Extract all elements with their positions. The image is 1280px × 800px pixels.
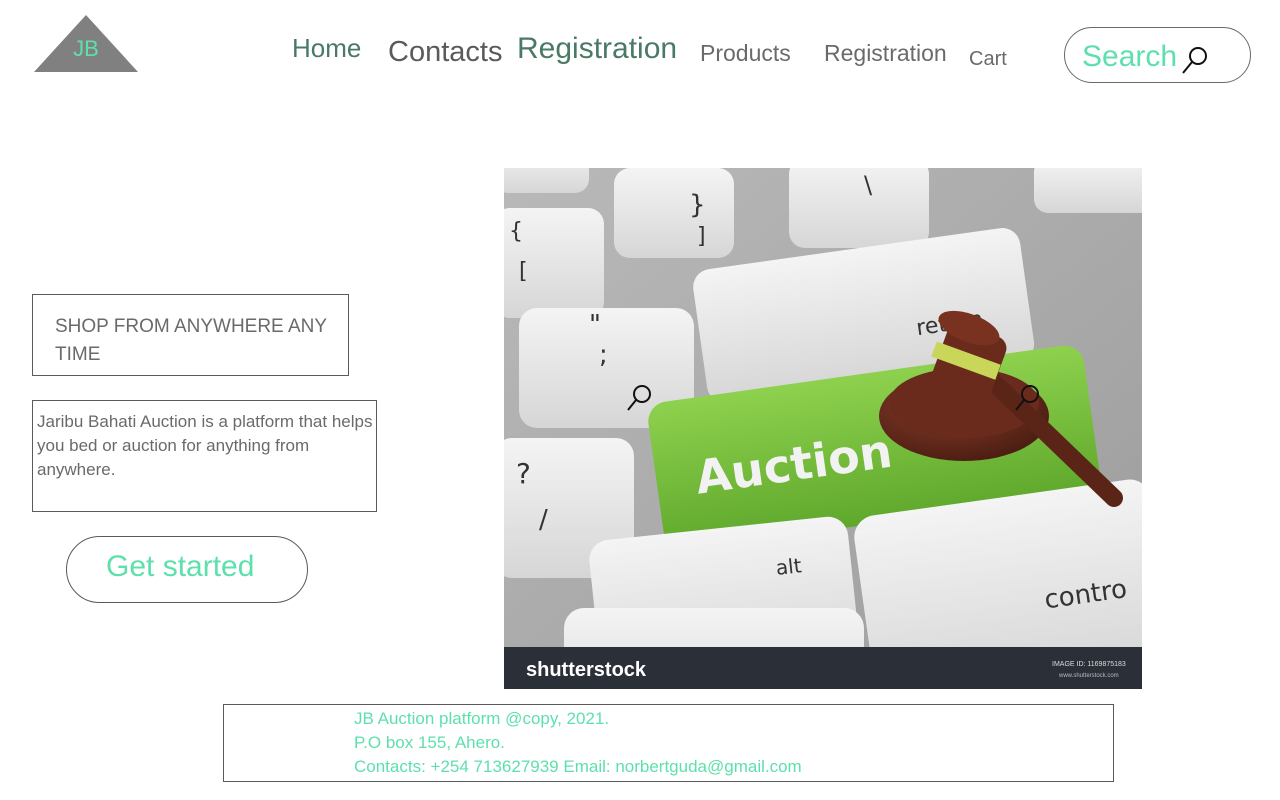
- svg-text:]: ]: [697, 224, 706, 249]
- search-label[interactable]: Search: [1082, 40, 1177, 74]
- footer-copyright: JB Auction platform @copy, 2021.: [354, 709, 610, 728]
- footer-address: P.O box 155, Ahero.: [354, 733, 505, 752]
- hero-tagline: SHOP FROM ANYWHERE ANY TIME: [55, 316, 327, 365]
- hero-description: Jaribu Bahati Auction is a platform that…: [37, 412, 373, 479]
- svg-text:[: [: [519, 259, 528, 284]
- svg-text:/: /: [539, 505, 548, 535]
- nav-cart[interactable]: Cart: [969, 48, 1007, 71]
- svg-text:;: ;: [599, 340, 608, 370]
- search-icon[interactable]: [1180, 45, 1210, 75]
- watermark-url: www.shutterstock.com: [1058, 673, 1119, 679]
- alt-key-label: alt: [775, 553, 803, 580]
- auction-keyboard-image: } ] { [ \ " ; ? / return alt contro Auct…: [504, 168, 1142, 689]
- svg-text:{: {: [509, 219, 523, 244]
- watermark-logo: shutterstock: [526, 659, 647, 681]
- svg-text:\: \: [864, 171, 873, 199]
- watermark-image-id: IMAGE ID: 1169875183: [1052, 661, 1126, 668]
- nav-registration[interactable]: Registration: [517, 32, 677, 66]
- nav-home[interactable]: Home: [292, 33, 361, 64]
- svg-text:}: }: [689, 190, 706, 220]
- svg-text:": ": [589, 310, 601, 340]
- nav-products[interactable]: Products: [700, 40, 791, 67]
- nav-contacts[interactable]: Contacts: [388, 36, 502, 69]
- get-started-label[interactable]: Get started: [106, 550, 254, 584]
- footer-contacts: Contacts: +254 713627939 Email: norbertg…: [354, 757, 802, 776]
- svg-text:?: ?: [516, 457, 531, 490]
- nav-registration-secondary[interactable]: Registration: [824, 40, 947, 67]
- logo-text: JB: [73, 36, 99, 61]
